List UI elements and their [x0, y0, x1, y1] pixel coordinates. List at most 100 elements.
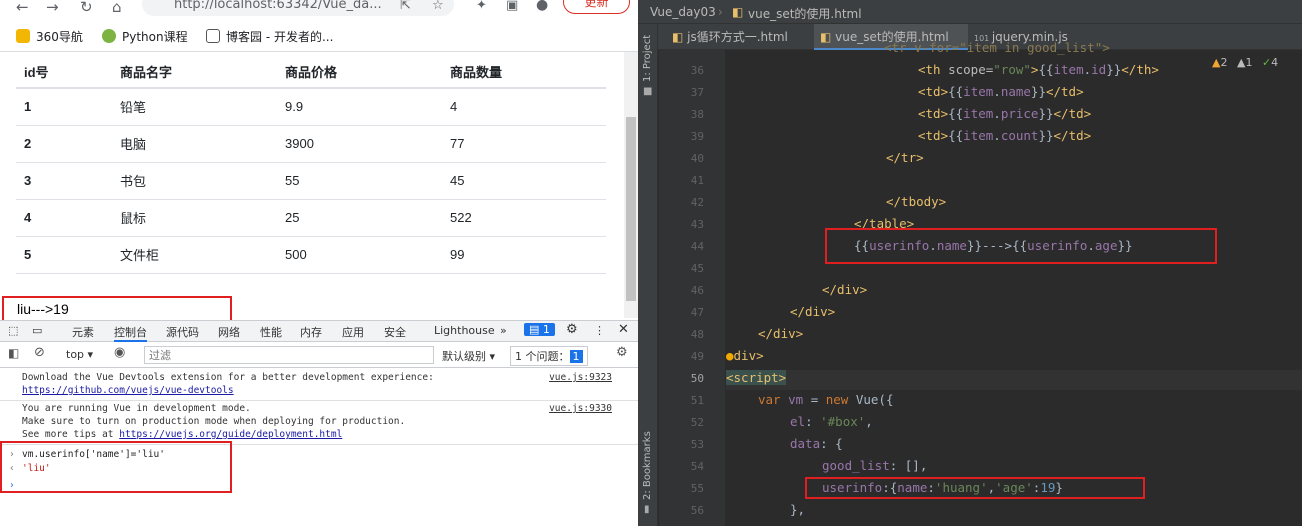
clear-console-icon[interactable]: ⊘: [34, 345, 45, 360]
code-line: data: {: [790, 436, 843, 451]
console-source-link[interactable]: vue.js:9330: [549, 403, 612, 414]
header-name: 商品名字: [112, 62, 277, 89]
cell-count: 522: [442, 199, 606, 237]
tab-sources[interactable]: 源代码: [166, 324, 199, 340]
cell-name: 铅笔: [112, 88, 277, 126]
line-number: 41: [690, 174, 704, 187]
console-toolbar: ◧ ⊘ top ▾ ◉ 默认级别 ▾ 1 个问题：1 ⚙: [0, 342, 638, 368]
cell-name: 文件柜: [112, 236, 277, 274]
line-number: 40: [690, 152, 704, 165]
cell-price: 500: [277, 236, 442, 274]
code-line: el: '#box',: [790, 414, 873, 429]
current-line-highlight: [726, 370, 1302, 390]
close-devtools-icon[interactable]: ✕: [618, 322, 629, 337]
cell-id: 3: [16, 162, 112, 200]
cell-name: 电脑: [112, 125, 277, 163]
table-row: 4 鼠标 25 522: [16, 199, 606, 237]
cell-count: 77: [442, 125, 606, 163]
tab-memory[interactable]: 内存: [300, 324, 322, 340]
inspect-icon[interactable]: ⬚: [8, 324, 18, 337]
code-line: var vm = new Vue({: [758, 392, 894, 407]
bookmark-label: Python课程: [122, 30, 188, 44]
reload-icon[interactable]: ↻: [80, 0, 93, 15]
table-header-row: id号 商品名字 商品价格 商品数量: [16, 62, 606, 89]
log-level-select[interactable]: 默认级别 ▾: [442, 348, 495, 364]
cell-count: 4: [442, 88, 606, 126]
eye-icon[interactable]: ◉: [114, 345, 125, 360]
star-icon[interactable]: ☆: [432, 0, 444, 13]
kebab-menu-icon[interactable]: ⋮: [594, 324, 605, 337]
code-line: <td>{{item.price}}</td>: [918, 106, 1092, 121]
warning-count: 2: [1220, 56, 1228, 69]
cell-name: 鼠标: [112, 199, 277, 237]
console-message: Make sure to turn on production mode whe…: [22, 416, 406, 427]
inspection-widget[interactable]: ▲2 ▲1 ✓4: [1212, 56, 1278, 69]
tab-network[interactable]: 网络: [218, 324, 240, 340]
cell-name: 书包: [112, 162, 277, 200]
bulb-icon[interactable]: ●: [726, 348, 734, 363]
userinfo-result-text: liu--->19: [2, 296, 232, 322]
profile-icon[interactable]: ●: [536, 0, 548, 13]
code-line: ●div>: [726, 348, 764, 363]
cell-price: 9.9: [277, 88, 442, 126]
line-number: 53: [690, 438, 704, 451]
home-icon[interactable]: ⌂: [112, 0, 122, 15]
more-tabs-icon[interactable]: »: [500, 324, 507, 337]
page-content: id号 商品名字 商品价格 商品数量 1 铅笔 9.9 4 2 电脑 3900 77 3 书包…: [0, 52, 624, 318]
line-number: 36: [690, 64, 704, 77]
console-source-link[interactable]: vue.js:9323: [549, 372, 612, 383]
line-number: 38: [690, 108, 704, 121]
bookmark-python[interactable]: Python课程: [102, 28, 188, 45]
console-filter-input[interactable]: [144, 346, 434, 364]
console-link[interactable]: https://github.com/vuejs/vue-devtools: [22, 385, 234, 396]
console-message: Download the Vue Devtools extension for …: [22, 372, 434, 383]
tab-performance[interactable]: 性能: [260, 324, 282, 340]
highlight-box-template: [825, 228, 1217, 264]
line-number: 54: [690, 460, 704, 473]
line-number: 52: [690, 416, 704, 429]
update-button[interactable]: 更新: [563, 0, 630, 14]
issues-badge-count: 1: [542, 323, 550, 336]
issues-label: 1 个问题：: [515, 350, 570, 363]
device-toggle-icon[interactable]: ▭: [32, 324, 42, 337]
tab-console[interactable]: 控制台: [114, 324, 147, 342]
header-id: id号: [16, 62, 112, 89]
code-line: </div>: [758, 326, 804, 341]
settings-gear-icon[interactable]: ⚙: [566, 322, 578, 337]
sidebar-toggle-icon[interactable]: ◧: [8, 346, 19, 360]
table-row: 2 电脑 3900 77: [16, 125, 606, 163]
issues-button[interactable]: 1 个问题： 1: [510, 346, 588, 366]
line-number: 37: [690, 86, 704, 99]
context-select[interactable]: top ▾: [66, 348, 93, 361]
cell-id: 4: [16, 199, 112, 237]
issues-badge[interactable]: ▤ 1: [524, 323, 555, 336]
back-icon[interactable]: ←: [16, 0, 29, 15]
bookmark-360[interactable]: 360导航: [16, 28, 83, 45]
bookmark-python-icon: [102, 29, 116, 43]
sidepanel-icon[interactable]: ▣: [506, 0, 518, 13]
url-text[interactable]: http://localhost:63342/Vue_da...: [174, 0, 382, 12]
tab-application[interactable]: 应用: [342, 324, 364, 340]
console-link[interactable]: https://vuejs.org/guide/deployment.html: [119, 429, 342, 440]
tab-lighthouse[interactable]: Lighthouse: [434, 324, 495, 337]
bookmark-cnblogs[interactable]: 博客园 - 开发者的...: [206, 28, 333, 45]
highlight-box-data: [805, 477, 1145, 499]
code-line: </div>: [790, 304, 836, 319]
forward-icon[interactable]: →: [46, 0, 59, 15]
tab-elements[interactable]: 元素: [72, 324, 94, 340]
bookmark-360-icon: [16, 29, 30, 43]
tab-security[interactable]: 安全: [384, 324, 406, 340]
console-divider: [0, 400, 638, 401]
cell-id: 2: [16, 125, 112, 163]
code-line: </tbody>: [886, 194, 947, 209]
cell-count: 99: [442, 236, 606, 274]
line-number: 46: [690, 284, 704, 297]
page-scroll-thumb[interactable]: [626, 117, 636, 301]
share-icon[interactable]: ⇱: [400, 0, 411, 13]
code-line: <td>{{item.name}}</td>: [918, 84, 1084, 99]
code-line: <tr v-for="item in good_list">: [884, 40, 1110, 55]
header-price: 商品价格: [277, 62, 442, 89]
console-settings-icon[interactable]: ⚙: [616, 345, 628, 360]
header-count: 商品数量: [442, 62, 606, 89]
extensions-icon[interactable]: ✦: [476, 0, 487, 13]
